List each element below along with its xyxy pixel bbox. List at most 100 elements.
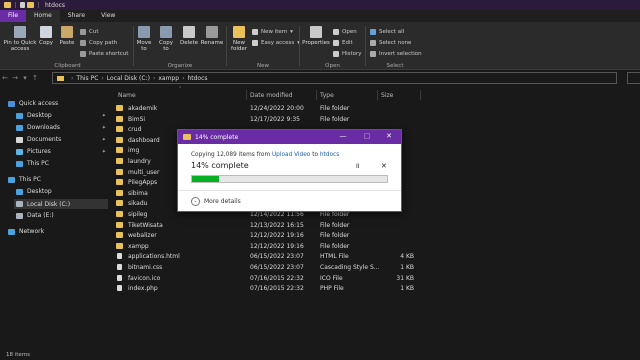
- file-name: crud: [128, 126, 142, 134]
- pictures-icon: [16, 148, 23, 155]
- dialog-title-bar: 14% complete — □ ✕: [178, 130, 401, 144]
- move-to-button[interactable]: Move to: [134, 26, 154, 52]
- history-button[interactable]: History: [333, 51, 362, 57]
- copy-button[interactable]: Copy: [38, 26, 54, 46]
- back-arrow-icon[interactable]: ←: [0, 74, 10, 82]
- clipboard-icon: [61, 26, 73, 38]
- copy-path-button[interactable]: Copy path: [80, 40, 117, 46]
- select-none-button[interactable]: Select none: [370, 40, 411, 46]
- file-icon: [117, 264, 122, 270]
- folder-icon: [57, 75, 64, 81]
- paste-shortcut-button[interactable]: Paste shortcut: [80, 51, 128, 57]
- tab-file[interactable]: File: [0, 10, 27, 22]
- address-bar[interactable]: › This PC › Local Disk (C:) › xampp › ht…: [52, 72, 617, 84]
- file-date: 12/13/2022 16:15: [250, 221, 304, 229]
- edit-button[interactable]: Edit: [333, 40, 353, 46]
- forward-arrow-icon[interactable]: →: [10, 74, 20, 82]
- properties-button[interactable]: Properties: [301, 26, 331, 46]
- file-size: 1 KB: [400, 264, 414, 271]
- rename-button[interactable]: Rename: [201, 26, 223, 46]
- file-name: webalizer: [128, 232, 157, 240]
- up-arrow-icon[interactable]: ↑: [30, 74, 40, 82]
- tab-home[interactable]: Home: [26, 10, 60, 22]
- breadcrumb-this-pc[interactable]: This PC: [76, 75, 98, 82]
- file-row[interactable]: TiketWisata 12/13/2022 16:15 File folder: [112, 221, 632, 231]
- breadcrumb-xampp[interactable]: xampp: [158, 75, 179, 82]
- invert-selection-button[interactable]: Invert selection: [370, 51, 422, 57]
- nav-desktop[interactable]: Desktop ✦: [16, 112, 110, 119]
- cancel-copy-button[interactable]: ✕: [381, 162, 387, 170]
- select-none-icon: [370, 40, 376, 46]
- nav-label: Data (E:): [27, 212, 54, 219]
- open-icon: [333, 29, 339, 35]
- sort-chevron-icon: ⌃: [178, 86, 183, 92]
- nav-quick-access[interactable]: Quick access: [8, 100, 58, 107]
- select-none-label: Select none: [379, 40, 412, 46]
- maximize-button: □: [363, 132, 371, 140]
- dialog-title: 14% complete: [195, 133, 239, 141]
- column-header-name[interactable]: Name: [118, 92, 136, 99]
- file-row[interactable]: webalizer 12/12/2022 19:16 File folder: [112, 231, 632, 241]
- source-link[interactable]: Upload Video: [272, 152, 310, 158]
- new-folder-icon[interactable]: [27, 2, 34, 8]
- file-row[interactable]: akademik 12/24/2022 20:00 File folder: [112, 104, 632, 114]
- paste-shortcut-icon: [80, 51, 86, 57]
- file-row[interactable]: bitnami.css 06/15/2022 23:07 Cascading Sty…: [112, 263, 632, 273]
- nav-data-drive[interactable]: Data (E:): [16, 212, 54, 219]
- file-name: xampp: [128, 242, 149, 250]
- properties-icon[interactable]: [20, 2, 25, 8]
- ribbon: Pin to Quick access Copy Paste Cut Copy …: [0, 22, 640, 70]
- nav-documents[interactable]: Documents ✦: [16, 136, 110, 143]
- invert-selection-label: Invert selection: [379, 51, 422, 57]
- nav-network[interactable]: Network: [8, 228, 44, 235]
- file-type: File folder: [320, 232, 350, 240]
- nav-quick-this-pc[interactable]: This PC: [16, 160, 49, 167]
- open-button[interactable]: Open: [333, 29, 357, 35]
- file-row[interactable]: BimSi 12/17/2022 9:35 File folder: [112, 115, 632, 125]
- copy-progress-dialog: 14% complete — □ ✕ Copying 12,089 items …: [177, 129, 402, 212]
- copy-to-button[interactable]: Copy to: [156, 26, 176, 52]
- file-row[interactable]: xampp 12/12/2022 19:16 File folder: [112, 242, 632, 252]
- tab-view[interactable]: View: [93, 10, 123, 22]
- breadcrumb-local-disk[interactable]: Local Disk (C:): [107, 75, 150, 82]
- minimize-button[interactable]: —: [337, 132, 349, 140]
- pause-button[interactable]: II: [356, 163, 360, 170]
- new-item-button[interactable]: New item ▾: [252, 29, 293, 35]
- delete-button[interactable]: Delete: [179, 26, 199, 46]
- search-input[interactable]: [627, 72, 640, 84]
- breadcrumb-htdocs[interactable]: htdocs: [187, 75, 207, 82]
- column-header-date[interactable]: Date modified: [250, 92, 293, 99]
- nav-local-disk[interactable]: Local Disk (C:): [14, 199, 108, 209]
- nav-this-pc[interactable]: This PC: [8, 176, 41, 183]
- nav-pc-desktop[interactable]: Desktop: [16, 188, 52, 195]
- new-folder-icon: [233, 26, 245, 38]
- group-label: Select: [386, 63, 404, 69]
- easy-access-icon: [252, 40, 258, 46]
- copy-prefix: Copying 12,089 items from: [191, 152, 271, 158]
- close-button[interactable]: ✕: [383, 132, 395, 140]
- nav-downloads[interactable]: Downloads ✦: [16, 124, 110, 131]
- file-row[interactable]: favicon.ico 07/16/2015 22:32 ICO File 31 KB: [112, 274, 632, 284]
- pin-quick-access-button[interactable]: Pin to Quick access: [3, 26, 37, 52]
- file-name: index.php: [128, 285, 158, 293]
- file-name: img: [128, 147, 140, 155]
- easy-access-button[interactable]: Easy access ▾: [252, 40, 300, 46]
- column-header-type[interactable]: Type: [320, 92, 334, 99]
- navigation-pane: Quick access Desktop ✦ Downloads ✦ Docum…: [0, 88, 110, 348]
- chevron-down-icon[interactable]: ⌄: [191, 197, 200, 206]
- recent-chevron-icon[interactable]: ▾: [20, 74, 30, 82]
- nav-label: Quick access: [19, 100, 59, 107]
- nav-pictures[interactable]: Pictures ✦: [16, 148, 110, 155]
- file-date: 12/24/2022 20:00: [250, 105, 304, 112]
- nav-label: Downloads: [27, 124, 60, 131]
- paste-button[interactable]: Paste: [58, 26, 76, 46]
- column-header-size[interactable]: Size: [381, 92, 393, 99]
- new-folder-button[interactable]: New folder: [229, 26, 249, 52]
- tab-share[interactable]: Share: [60, 10, 93, 22]
- more-details-button[interactable]: More details: [204, 198, 241, 205]
- cut-button[interactable]: Cut: [80, 29, 98, 35]
- select-all-button[interactable]: Select all: [370, 29, 404, 35]
- file-row[interactable]: applications.html 06/15/2022 23:07 HTML Fi…: [112, 252, 632, 262]
- destination-link[interactable]: htdocs: [320, 152, 339, 158]
- file-row[interactable]: index.php 07/16/2015 22:32 PHP File 1 KB: [112, 284, 632, 294]
